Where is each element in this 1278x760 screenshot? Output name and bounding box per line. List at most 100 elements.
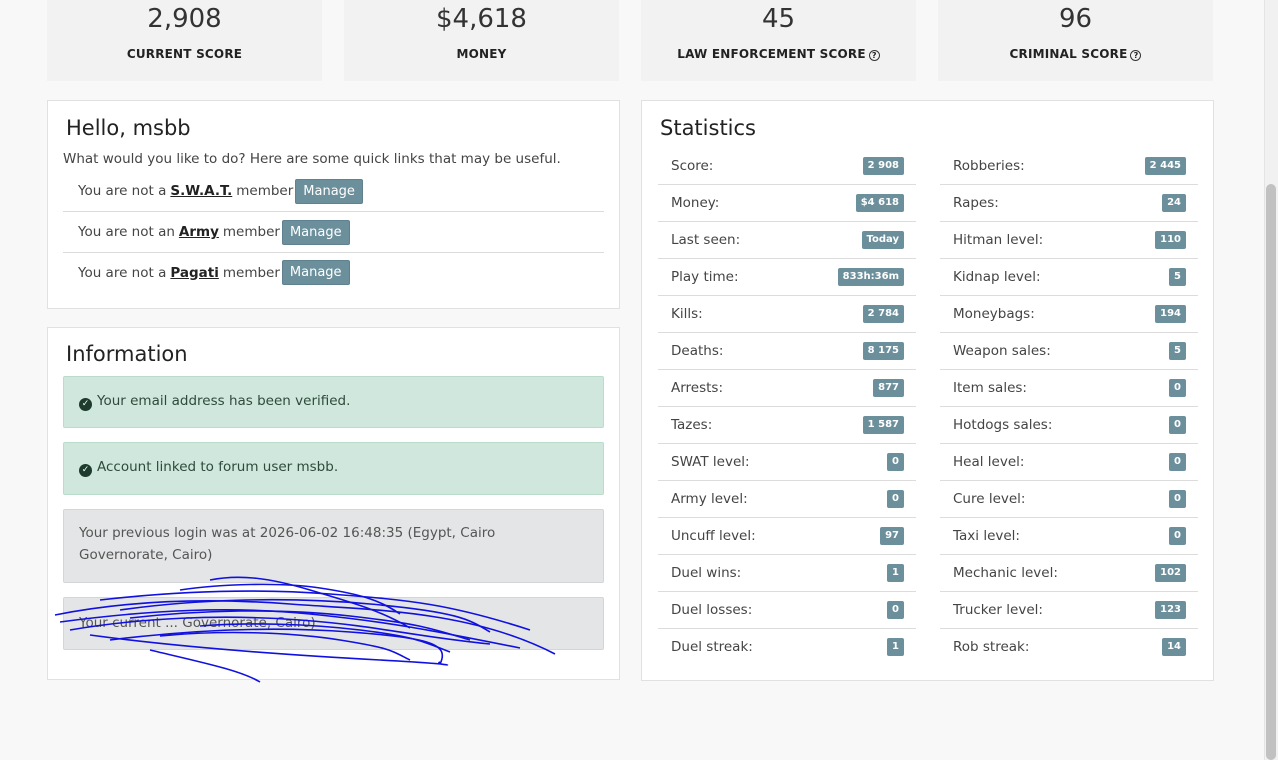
stat-value-badge: 877 xyxy=(873,379,904,397)
stat-row: Score: 2 908 xyxy=(658,148,916,185)
stat-value-badge: 24 xyxy=(1162,194,1186,212)
stat-row: Duel losses: 0 xyxy=(658,592,916,629)
stat-value-badge: Today xyxy=(861,231,904,249)
check-circle-icon: ✓ xyxy=(79,464,92,477)
alert-current-login: Your current ... Governorate, Cairo) xyxy=(63,597,604,650)
stat-value-badge: 0 xyxy=(887,490,904,508)
hello-title: Hello, msbb xyxy=(66,116,191,140)
stat-label: Play time: xyxy=(671,269,739,285)
stat-value-badge: 1 xyxy=(887,564,904,582)
score-label-wrap: CRIMINAL SCORE? xyxy=(938,47,1213,61)
score-card-law-enforcement: 45 LAW ENFORCEMENT SCORE? xyxy=(641,0,916,81)
information-title: Information xyxy=(66,342,188,366)
stat-row: Last seen: Today xyxy=(658,222,916,259)
score-card-criminal: 96 CRIMINAL SCORE? xyxy=(938,0,1213,81)
stat-label: Hitman level: xyxy=(953,232,1044,248)
stat-value-badge: 0 xyxy=(887,453,904,471)
stat-row: Moneybags: 194 xyxy=(940,296,1198,333)
score-label: LAW ENFORCEMENT SCORE xyxy=(677,47,866,61)
stat-label: Trucker level: xyxy=(953,602,1043,618)
alert-forum-linked: ✓ Account linked to forum user msbb. xyxy=(63,442,604,495)
stat-value-badge: 0 xyxy=(1169,416,1186,434)
stat-row: Play time: 833h:36m xyxy=(658,259,916,296)
stat-label: Last seen: xyxy=(671,232,741,248)
stat-row: Army level: 0 xyxy=(658,481,916,518)
stat-label: SWAT level: xyxy=(671,454,750,470)
membership-org-link[interactable]: S.W.A.T. xyxy=(170,183,232,199)
hello-subtitle: What would you like to do? Here are some… xyxy=(63,151,561,167)
check-circle-icon: ✓ xyxy=(79,398,92,411)
membership-suffix: member xyxy=(222,264,280,281)
stat-value-badge: 2 784 xyxy=(862,305,904,323)
membership-org-link[interactable]: Pagati xyxy=(170,265,219,281)
stat-label: Weapon sales: xyxy=(953,343,1051,359)
stat-row: Mechanic level: 102 xyxy=(940,555,1198,592)
stat-row: Weapon sales: 5 xyxy=(940,333,1198,370)
stat-row: Arrests: 877 xyxy=(658,370,916,407)
membership-suffix: member xyxy=(222,224,280,240)
stat-value-badge: 5 xyxy=(1169,268,1186,286)
membership-row-pagati: You are not a Pagati member Manage xyxy=(63,252,604,293)
statistics-title: Statistics xyxy=(660,116,756,140)
stat-row: Cure level: 0 xyxy=(940,481,1198,518)
membership-row-swat: You are not a S.W.A.T. member Manage xyxy=(63,171,604,212)
stat-label: Tazes: xyxy=(671,417,713,433)
stat-row: Hitman level: 110 xyxy=(940,222,1198,259)
stat-value-badge: 194 xyxy=(1155,305,1186,323)
stat-value-badge: 0 xyxy=(1169,379,1186,397)
statistics-column-left: Score: 2 908 Money: $4 618 Last seen: Today Pl… xyxy=(658,148,916,666)
stat-value-badge: 102 xyxy=(1155,564,1186,582)
stat-label: Item sales: xyxy=(953,380,1027,396)
score-value: $4,618 xyxy=(436,4,527,34)
membership-prefix: You are not a xyxy=(78,183,167,199)
scrollbar-thumb[interactable] xyxy=(1266,184,1276,760)
stat-row: Duel streak: 1 xyxy=(658,629,916,666)
stat-value-badge: 5 xyxy=(1169,342,1186,360)
stat-label: Money: xyxy=(671,195,720,211)
stat-row: Trucker level: 123 xyxy=(940,592,1198,629)
hello-panel: Hello, msbb What would you like to do? H… xyxy=(47,100,620,309)
manage-pagati-button[interactable]: Manage xyxy=(281,260,350,285)
page-scrollbar[interactable] xyxy=(1264,0,1278,760)
stat-row: SWAT level: 0 xyxy=(658,444,916,481)
stat-label: Hotdogs sales: xyxy=(953,417,1053,433)
stat-label: Mechanic level: xyxy=(953,565,1058,581)
stat-label: Army level: xyxy=(671,491,748,507)
stat-label: Moneybags: xyxy=(953,306,1035,322)
stat-label: Duel streak: xyxy=(671,639,753,655)
stat-value-badge: $4 618 xyxy=(855,194,904,212)
stat-label: Kills: xyxy=(671,306,703,322)
stat-row: Deaths: 8 175 xyxy=(658,333,916,370)
alert-text: Account linked to forum user msbb. xyxy=(97,459,339,475)
stat-value-badge: 1 587 xyxy=(862,416,904,434)
stat-label: Heal level: xyxy=(953,454,1025,470)
stat-value-badge: 8 175 xyxy=(862,342,904,360)
score-value: 45 xyxy=(761,4,796,34)
stat-label: Rapes: xyxy=(953,195,999,211)
stat-value-badge: 1 xyxy=(887,638,904,656)
stat-row: Uncuff level: 97 xyxy=(658,518,916,555)
manage-swat-button[interactable]: Manage xyxy=(295,178,363,204)
stat-value-badge: 0 xyxy=(1169,527,1186,545)
score-value: 96 xyxy=(1058,4,1093,34)
stat-row: Rob streak: 14 xyxy=(940,629,1198,666)
stat-value-badge: 97 xyxy=(880,527,904,545)
stat-row: Heal level: 0 xyxy=(940,444,1198,481)
stat-label: Uncuff level: xyxy=(671,528,756,544)
stat-row: Robberies: 2 445 xyxy=(940,148,1198,185)
score-label: CURRENT SCORE xyxy=(126,47,243,61)
stat-value-badge: 2 908 xyxy=(862,157,904,175)
stat-label: Arrests: xyxy=(671,380,724,396)
statistics-panel: Statistics Score: 2 908 Money: $4 618 Last s… xyxy=(641,100,1214,681)
stat-label: Cure level: xyxy=(953,491,1026,507)
information-panel: Information ✓ Your email address has been… xyxy=(47,327,620,680)
stat-label: Taxi level: xyxy=(953,528,1020,544)
question-circle-icon[interactable]: ? xyxy=(868,50,880,61)
score-summary: 2,908 CURRENT SCORE $4,618 MONEY 45 LAW … xyxy=(47,0,1213,81)
stat-row: Kidnap level: 5 xyxy=(940,259,1198,296)
question-circle-icon[interactable]: ? xyxy=(1130,50,1142,61)
membership-org-link[interactable]: Army xyxy=(179,224,219,240)
stat-value-badge: 2 445 xyxy=(1144,157,1186,175)
manage-army-button[interactable]: Manage xyxy=(281,219,350,245)
stat-value-badge: 833h:36m xyxy=(837,268,904,286)
